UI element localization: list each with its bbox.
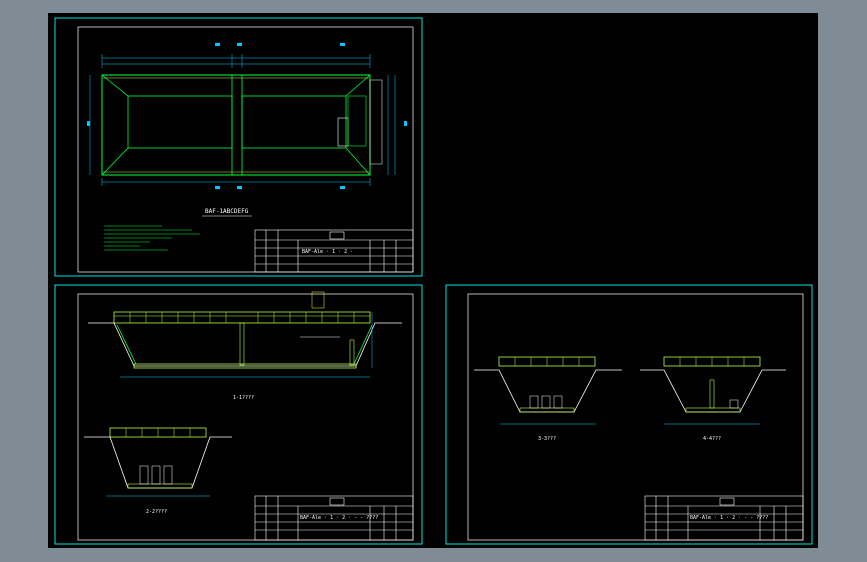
section-4-4 <box>640 356 786 425</box>
plan-section-markers <box>87 43 407 189</box>
sheet-2-outer-border <box>54 284 423 545</box>
section-1-1 <box>88 291 402 378</box>
section-2-2-label: 2-2???? <box>146 509 167 515</box>
sheet-sections-1-2[interactable]: 1-1???? 2-2???? BAF-Ale · 1 · 2 · - - ??… <box>54 284 423 545</box>
plan-notes <box>104 225 200 251</box>
cad-drawing: BAF-1ABCDEFG BAF-Ale · 1 · 2 · 1-1???? 2… <box>54 17 813 545</box>
sheet-3-inner-border <box>467 293 804 541</box>
plan-dimensions <box>89 54 396 186</box>
section-1-1-label: 1-1???? <box>233 395 254 401</box>
sheet-1-outer-border <box>54 17 423 277</box>
section-4-4-label: 4-4??? <box>703 436 721 442</box>
sheet-sections-3-4[interactable]: 3-3??? 4-4??? BAF-Ale · 1 · 2 · - - ???? <box>445 284 813 545</box>
sheet-2-inner-border <box>77 293 414 541</box>
sheet-3-outer-border <box>445 284 813 545</box>
title-block-2-project: BAF-Ale · 1 · 2 · - - ???? <box>300 515 378 521</box>
section-3-3-label: 3-3??? <box>538 436 556 442</box>
plan-drawing-title: BAF-1ABCDEFG <box>205 208 249 215</box>
section-3-3 <box>474 356 622 425</box>
tank-plan <box>101 74 383 176</box>
title-block-3-project: BAF-Ale · 1 · 2 · - - ???? <box>690 515 768 521</box>
sheet-plan-view[interactable]: BAF-1ABCDEFG BAF-Ale · 1 · 2 · <box>54 17 423 277</box>
title-block-1-project: BAF-Ale · 1 · 2 · <box>302 249 353 255</box>
section-2-2 <box>84 427 232 497</box>
